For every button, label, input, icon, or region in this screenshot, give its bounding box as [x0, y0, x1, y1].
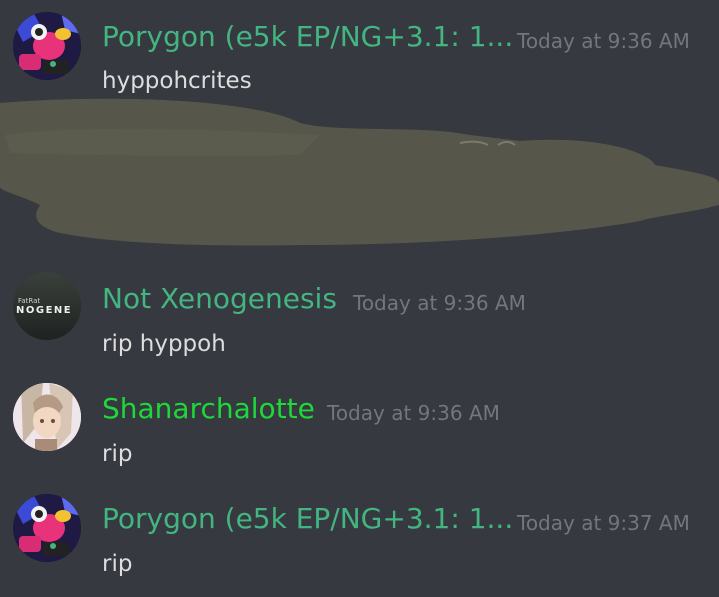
timestamp: Today at 9:36 AM: [517, 29, 690, 53]
message-4: Porygon (e5k EP/NG+3.1: 1... Today at 9:…: [0, 482, 719, 597]
timestamp: Today at 9:37 AM: [517, 511, 690, 535]
redaction-scribble: [0, 98, 719, 246]
message-1: Porygon (e5k EP/NG+3.1: 1... Today at 9:…: [0, 0, 719, 95]
author-name[interactable]: Porygon (e5k EP/NG+3.1: 1...: [102, 502, 513, 536]
message-text: rip: [102, 551, 133, 577]
author-name[interactable]: Shanarchalotte: [102, 392, 315, 426]
message-text: hyppohcrites: [102, 68, 252, 94]
avatar-text-big: NOGENE: [16, 305, 72, 316]
message-text: rip: [102, 441, 133, 467]
porygon-avatar-icon[interactable]: [13, 12, 81, 80]
message-text: rip hyppoh: [102, 331, 226, 357]
message-2: FatRat NOGENE Not Xenogenesis Today at 9…: [0, 262, 719, 372]
porygon-avatar-icon[interactable]: [13, 494, 81, 562]
timestamp: Today at 9:36 AM: [353, 291, 526, 315]
message-3: Shanarchalotte Today at 9:36 AM rip: [0, 372, 719, 482]
anime-character-avatar-icon[interactable]: [13, 383, 81, 451]
timestamp: Today at 9:36 AM: [327, 401, 500, 425]
author-name[interactable]: Not Xenogenesis: [102, 282, 337, 316]
author-name[interactable]: Porygon (e5k EP/NG+3.1: 1...: [102, 20, 513, 54]
fatrat-xenogenesis-avatar-icon[interactable]: FatRat NOGENE: [13, 272, 81, 340]
avatar-text-small: FatRat: [18, 297, 40, 305]
